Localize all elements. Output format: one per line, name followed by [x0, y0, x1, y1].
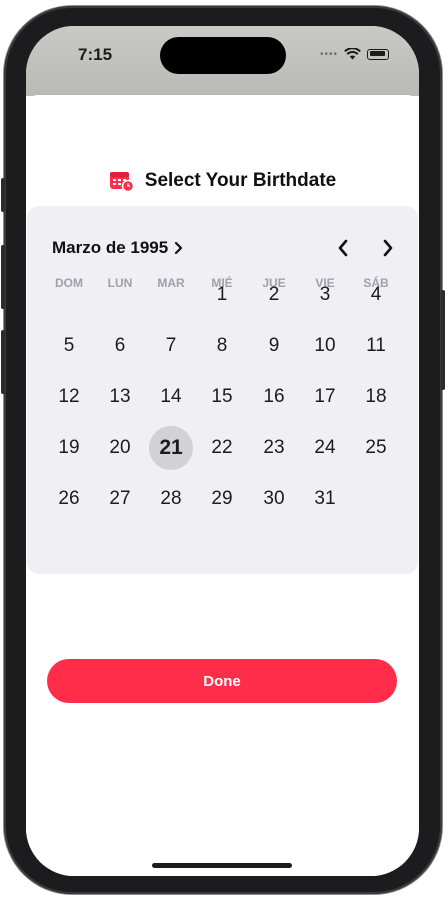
calendar-day[interactable]: 11: [354, 324, 398, 368]
calendar-badge-icon: [109, 172, 135, 193]
weekday-label: DOM: [55, 276, 83, 290]
screen: 7:15 •••• Select Your Birthdate Marzo de…: [26, 26, 419, 876]
calendar-day[interactable]: 26: [47, 477, 91, 521]
calendar-day[interactable]: 1: [200, 273, 244, 317]
calendar-day[interactable]: 23: [252, 426, 296, 470]
weekday-label: LUN: [107, 276, 133, 290]
calendar-day[interactable]: 28: [149, 477, 193, 521]
chevron-left-icon: [338, 239, 348, 257]
calendar-day[interactable]: 8: [200, 324, 244, 368]
cellular-signal-icon: ••••: [319, 48, 338, 60]
calendar-day[interactable]: 15: [200, 375, 244, 419]
calendar-day-selected[interactable]: 21: [149, 426, 193, 470]
calendar-day[interactable]: 27: [98, 477, 142, 521]
volume-down-button: [1, 330, 5, 394]
calendar-day[interactable]: 5: [47, 324, 91, 368]
calendar-day[interactable]: 22: [200, 426, 244, 470]
date-picker: Marzo de 1995 DOM LUN MAR MIÉ JUE VIE SÁB 1234…: [27, 206, 418, 574]
calendar-day[interactable]: 10: [303, 324, 347, 368]
calendar-day[interactable]: 19: [47, 426, 91, 470]
month-year-selector[interactable]: Marzo de 1995: [52, 238, 184, 258]
calendar-day[interactable]: 9: [252, 324, 296, 368]
calendar-day[interactable]: 17: [303, 375, 347, 419]
home-indicator: [152, 863, 292, 868]
next-month-button[interactable]: [374, 234, 402, 262]
calendar-day[interactable]: 18: [354, 375, 398, 419]
calendar-day[interactable]: 29: [200, 477, 244, 521]
status-indicators: ••••: [320, 48, 389, 60]
calendar-day[interactable]: 3: [303, 273, 347, 317]
status-time: 7:15: [78, 45, 113, 64]
calendar-day[interactable]: 30: [252, 477, 296, 521]
calendar-day[interactable]: 24: [303, 426, 347, 470]
calendar-day[interactable]: 12: [47, 375, 91, 419]
calendar-day[interactable]: 20: [98, 426, 142, 470]
previous-month-button[interactable]: [329, 234, 357, 262]
calendar-day[interactable]: 13: [98, 375, 142, 419]
page-title: Select Your Birthdate: [144, 170, 337, 191]
calendar-day[interactable]: 6: [98, 324, 142, 368]
calendar-day[interactable]: 2: [252, 273, 296, 317]
calendar-day[interactable]: 31: [303, 477, 347, 521]
weekday-label: MAR: [157, 276, 185, 290]
done-button[interactable]: Done: [47, 659, 397, 703]
chevron-right-icon: [383, 239, 393, 257]
calendar-day[interactable]: 16: [252, 375, 296, 419]
battery-icon: [367, 48, 389, 60]
power-button: [441, 290, 445, 390]
title-row: Select Your Birthdate: [26, 164, 419, 198]
calendar-day[interactable]: 14: [149, 375, 193, 419]
calendar-day[interactable]: 7: [149, 324, 193, 368]
dynamic-island: [160, 37, 286, 74]
calendar-day[interactable]: 25: [354, 426, 398, 470]
wifi-icon: [344, 48, 361, 60]
chevron-right-icon: [175, 241, 183, 255]
month-year-label: Marzo de 1995: [52, 238, 169, 257]
calendar-day[interactable]: 4: [354, 273, 398, 317]
silent-switch: [1, 178, 5, 212]
volume-up-button: [1, 245, 5, 309]
